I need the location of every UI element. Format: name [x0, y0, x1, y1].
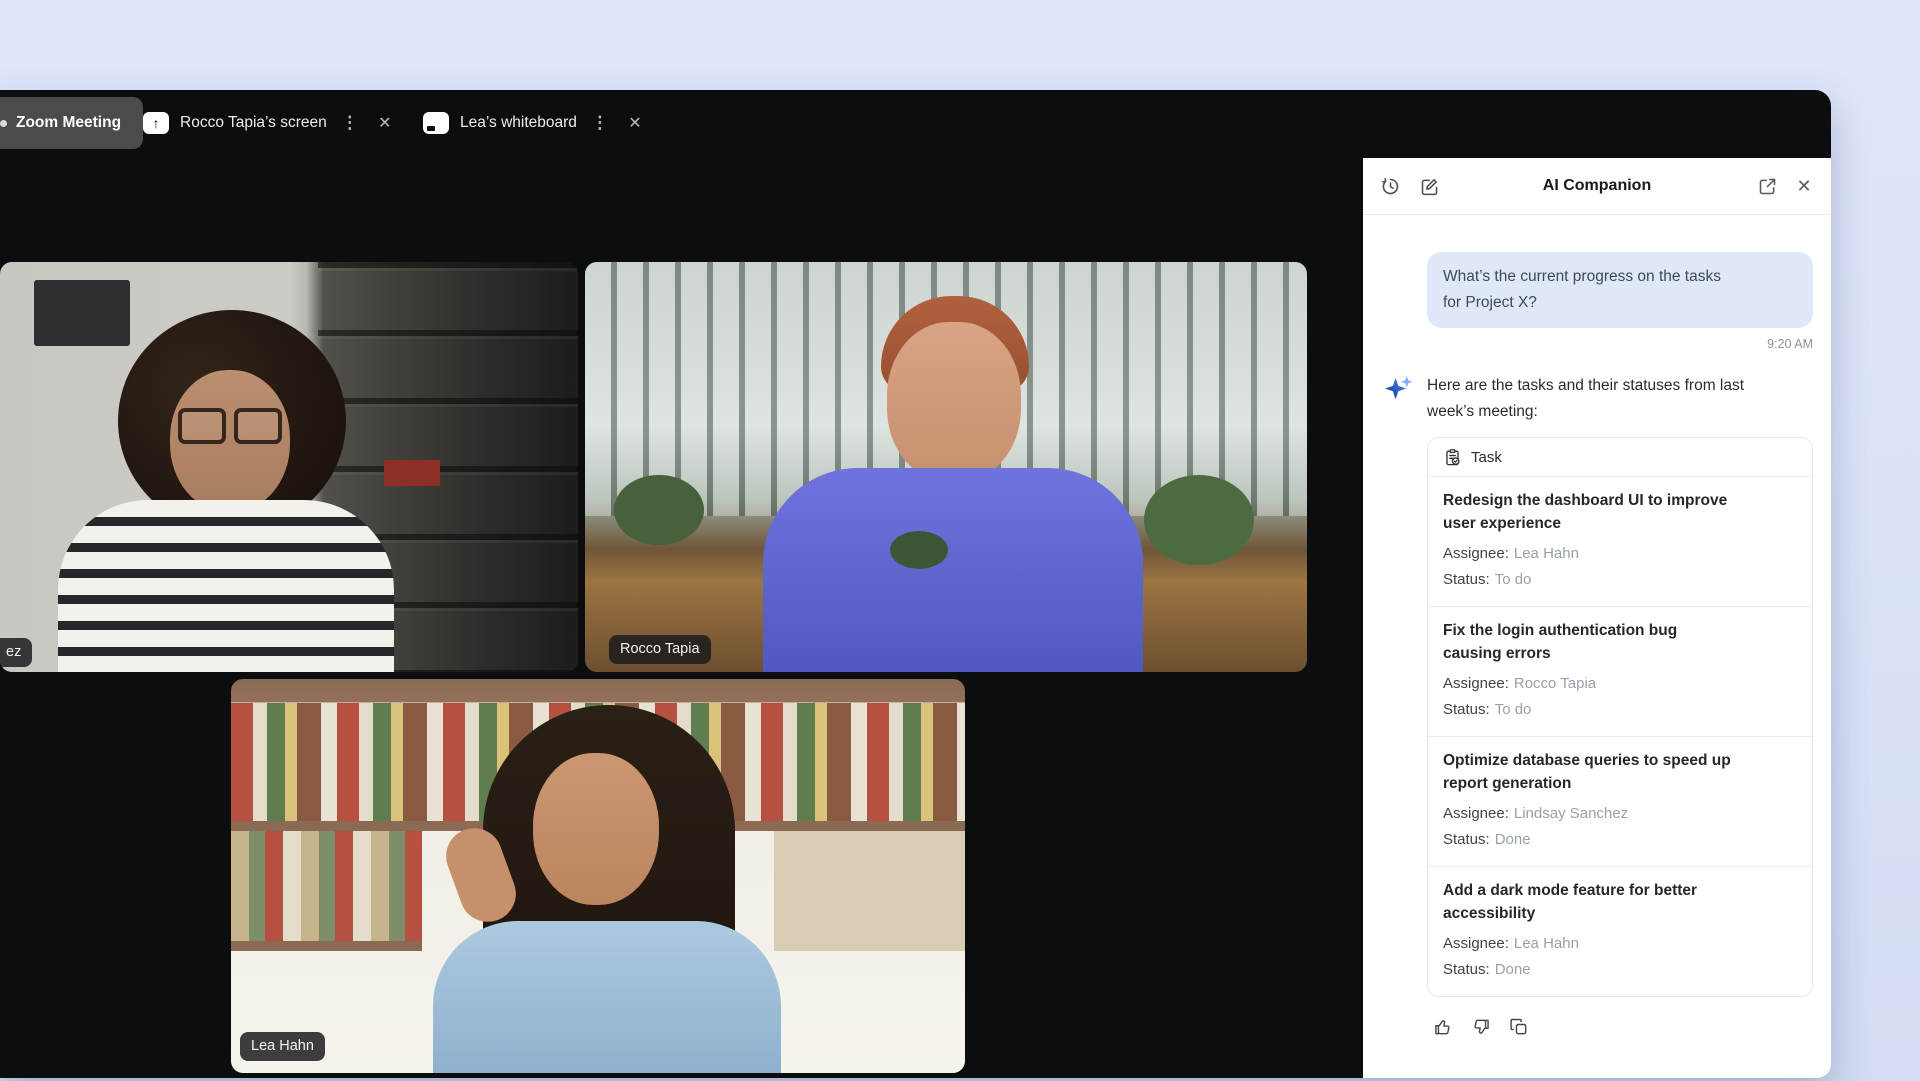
task-clipboard-icon	[1443, 448, 1462, 467]
user-message-text: What’s the current progress on the tasks…	[1443, 264, 1743, 316]
user-message-bubble: What’s the current progress on the tasks…	[1427, 252, 1813, 328]
participant-1-name-badge: ez	[0, 638, 32, 667]
rocco-face-decor	[887, 322, 1021, 482]
participant-1-video	[0, 262, 578, 672]
tab-rocco-screen-label: Rocco Tapia’s screen	[180, 114, 327, 132]
history-icon[interactable]	[1378, 174, 1402, 198]
message-timestamp: 9:20 AM	[1427, 337, 1813, 351]
task-card-header: Task	[1428, 438, 1812, 477]
panel-close-icon[interactable]: ✕	[1792, 174, 1816, 198]
zoom-meeting-window: Zoom Meeting ↑ Rocco Tapia’s screen ⋮ ✕ …	[0, 90, 1831, 1078]
task-card: Task Redesign the dashboard UI to improv…	[1427, 437, 1813, 997]
task-assignee: Assignee:Rocco Tapia	[1443, 671, 1797, 697]
rocco-tapia-name-badge: Rocco Tapia	[609, 635, 711, 664]
thumbs-down-icon[interactable]	[1470, 1016, 1492, 1038]
video-tile-participant-1[interactable]: ez	[0, 262, 578, 672]
lea-body-decor	[433, 921, 781, 1073]
task-title: Optimize database queries to speed up re…	[1443, 749, 1735, 795]
tab-lea-whiteboard-label: Lea’s whiteboard	[460, 114, 577, 132]
assistant-message: Here are the tasks and their statuses fr…	[1427, 373, 1813, 1038]
copy-icon[interactable]	[1508, 1016, 1530, 1038]
new-chat-compose-icon[interactable]	[1417, 174, 1441, 198]
task-assignee: Assignee:Lea Hahn	[1443, 931, 1797, 957]
task-status: Status:To do	[1443, 697, 1797, 723]
lea-hahn-name-badge: Lea Hahn	[240, 1032, 325, 1061]
feedback-actions	[1427, 997, 1813, 1038]
tab-lea-menu-icon[interactable]: ⋮	[588, 110, 612, 136]
assistant-intro-text: Here are the tasks and their statuses fr…	[1427, 373, 1745, 425]
active-meeting-dot-icon	[0, 120, 7, 127]
lea-face-decor	[533, 753, 659, 905]
task-row: Redesign the dashboard UI to improve use…	[1428, 477, 1812, 607]
video-tile-rocco-tapia[interactable]: Rocco Tapia	[585, 262, 1307, 672]
task-title: Add a dark mode feature for better acces…	[1443, 879, 1735, 925]
whiteboard-icon	[423, 112, 449, 134]
task-title: Redesign the dashboard UI to improve use…	[1443, 489, 1735, 535]
video-tile-lea-hahn[interactable]: Lea Hahn	[231, 679, 965, 1073]
desktop-background: Zoom Meeting ↑ Rocco Tapia’s screen ⋮ ✕ …	[0, 0, 1920, 1081]
task-status: Status:To do	[1443, 567, 1797, 593]
tab-lea-close-icon[interactable]: ✕	[623, 110, 647, 136]
task-status: Status:Done	[1443, 827, 1797, 853]
share-screen-icon: ↑	[143, 112, 169, 134]
participant-1-body-decor	[58, 500, 394, 672]
task-row: Add a dark mode feature for better acces…	[1428, 867, 1812, 996]
task-assignee: Assignee:Lindsay Sanchez	[1443, 801, 1797, 827]
chat-area: What’s the current progress on the tasks…	[1363, 215, 1831, 1038]
task-title: Fix the login authentication bug causing…	[1443, 619, 1735, 665]
tab-rocco-screen[interactable]: ↑ Rocco Tapia’s screen ⋮ ✕	[143, 90, 397, 156]
ai-companion-header: AI Companion ✕	[1363, 158, 1831, 215]
task-row: Fix the login authentication bug causing…	[1428, 607, 1812, 737]
tab-zoom-meeting[interactable]: Zoom Meeting	[0, 97, 143, 149]
header-right-actions: ✕	[1755, 174, 1816, 198]
header-left-actions	[1378, 174, 1441, 198]
ai-companion-sparkle-icon	[1383, 374, 1414, 405]
lea-hahn-video	[231, 679, 965, 1073]
thumbs-up-icon[interactable]	[1432, 1016, 1454, 1038]
task-assignee: Assignee:Lea Hahn	[1443, 541, 1797, 567]
ai-companion-panel: AI Companion ✕ What’s the current progre…	[1363, 158, 1831, 1078]
task-status: Status:Done	[1443, 957, 1797, 983]
tab-rocco-close-icon[interactable]: ✕	[373, 110, 397, 136]
tab-bar: Zoom Meeting ↑ Rocco Tapia’s screen ⋮ ✕ …	[0, 90, 1831, 156]
participant-1-face-decor	[170, 370, 290, 512]
rocco-body-decor	[763, 468, 1143, 672]
tab-lea-whiteboard[interactable]: Lea’s whiteboard ⋮ ✕	[423, 90, 647, 156]
task-card-title: Task	[1471, 449, 1502, 466]
pop-out-icon[interactable]	[1755, 174, 1779, 198]
task-row: Optimize database queries to speed up re…	[1428, 737, 1812, 867]
tab-zoom-meeting-label: Zoom Meeting	[16, 114, 121, 132]
tab-rocco-menu-icon[interactable]: ⋮	[338, 110, 362, 136]
rocco-tapia-video	[585, 262, 1307, 672]
